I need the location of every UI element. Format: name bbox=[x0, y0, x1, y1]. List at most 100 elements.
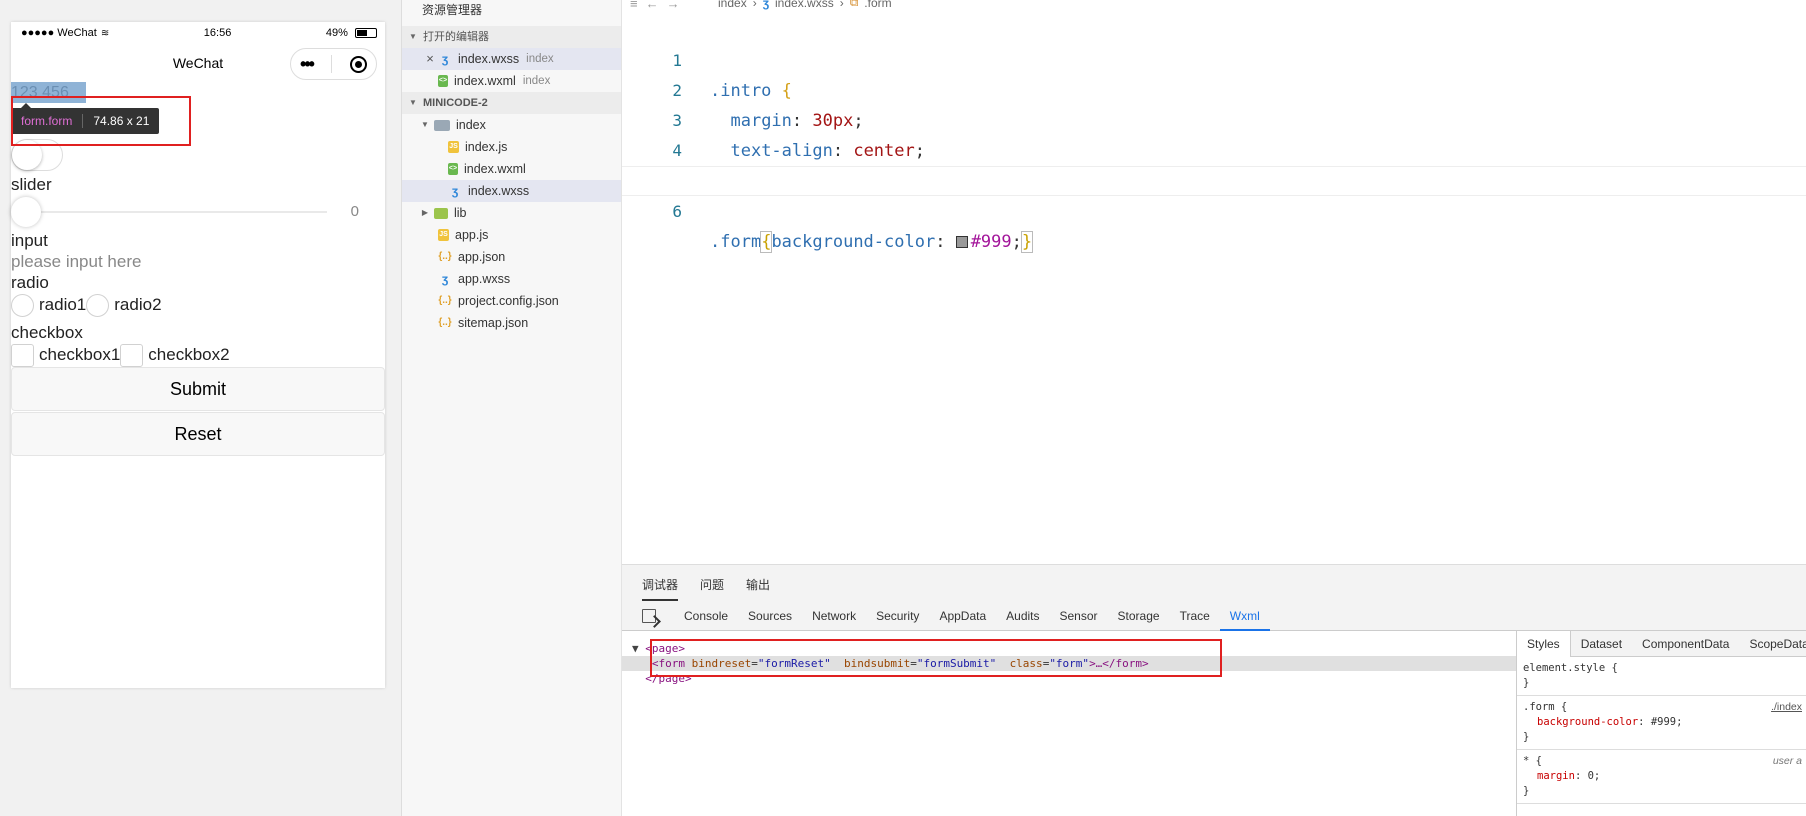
radio-button[interactable] bbox=[86, 293, 110, 317]
text-input[interactable]: please input here bbox=[11, 251, 385, 273]
code-line-current: 6 .form{background-color: #999;} bbox=[622, 166, 1806, 253]
breadcrumb-item[interactable]: .form bbox=[864, 0, 891, 10]
tab-storage[interactable]: Storage bbox=[1108, 601, 1170, 631]
chevron-right-icon: › bbox=[752, 0, 757, 10]
style-rule-form[interactable]: .form { ./index background-color: #999; … bbox=[1517, 696, 1806, 750]
style-source-label: user a bbox=[1772, 755, 1802, 767]
tab-trace[interactable]: Trace bbox=[1170, 601, 1220, 631]
file-explorer: 资源管理器 ▼ 打开的编辑器 × ʒ index.wxss index <> i… bbox=[402, 0, 622, 816]
style-source-link[interactable]: ./index bbox=[1771, 700, 1802, 715]
tab-console[interactable]: Console bbox=[674, 601, 738, 631]
highlight-box bbox=[11, 96, 191, 146]
close-icon[interactable]: × bbox=[422, 48, 438, 70]
folder-icon bbox=[434, 119, 450, 131]
collapse-icon: ▼ bbox=[409, 98, 417, 107]
checkbox[interactable] bbox=[11, 343, 34, 367]
file-item[interactable]: JS index.js bbox=[402, 136, 621, 158]
radio-label: radio bbox=[11, 273, 49, 292]
js-file-icon: JS bbox=[448, 141, 459, 153]
folder-icon bbox=[434, 207, 448, 219]
battery-indicator: 49% bbox=[326, 27, 377, 39]
breadcrumb-item[interactable]: index bbox=[718, 0, 747, 10]
battery-icon bbox=[355, 28, 377, 39]
slider-thumb[interactable] bbox=[11, 197, 41, 227]
tab-network[interactable]: Network bbox=[802, 601, 866, 631]
code-line: 5 bbox=[622, 136, 1806, 190]
inspect-element-icon[interactable] bbox=[642, 608, 656, 623]
folder-index[interactable]: ▼ index bbox=[402, 114, 621, 136]
tab-sources[interactable]: Sources bbox=[738, 601, 802, 631]
devtools-panel: 调试器 问题 输出 Console Sources Network Securi… bbox=[622, 564, 1806, 816]
css-file-icon: ʒ bbox=[441, 272, 449, 286]
wifi-icon: ≋ bbox=[100, 27, 110, 39]
input-label: input bbox=[11, 231, 48, 250]
nav-arrows-icon[interactable]: ≡←→ bbox=[630, 0, 688, 11]
clock: 16:56 bbox=[203, 27, 232, 39]
submit-button[interactable]: Submit bbox=[11, 367, 385, 411]
devtools-window: ●●●●● WeChat ≋ 16:56 49% WeChat ••• 123 … bbox=[0, 0, 1806, 816]
highlight-box bbox=[650, 639, 1222, 677]
chevron-right-icon: ▶ bbox=[421, 208, 429, 217]
tab-dataset[interactable]: Dataset bbox=[1571, 631, 1632, 657]
code-line: 2 margin: 30px; bbox=[672, 81, 864, 131]
status-bar: ●●●●● WeChat ≋ 16:56 49% bbox=[11, 22, 385, 44]
file-item-selected[interactable]: ʒ index.wxss bbox=[402, 180, 621, 202]
code-area[interactable]: 1 .intro { 2 margin: 30px; 3 text-align:… bbox=[622, 16, 1806, 253]
slider-label: slider bbox=[11, 175, 52, 194]
open-editor-item[interactable]: <> index.wxml index bbox=[402, 70, 621, 92]
code-editor[interactable]: ≡←→ index › ʒ index.wxss › ⧉ .form 1 .in… bbox=[622, 0, 1806, 564]
slider[interactable]: 0 bbox=[11, 195, 385, 229]
folder-lib[interactable]: ▶ lib bbox=[402, 202, 621, 224]
tab-problems[interactable]: 问题 bbox=[700, 576, 724, 601]
close-mini-program-icon[interactable] bbox=[349, 55, 367, 73]
style-rule-element[interactable]: element.style { } bbox=[1517, 657, 1806, 696]
more-icon[interactable]: ••• bbox=[300, 55, 315, 73]
slider-value: 0 bbox=[350, 203, 359, 220]
css-file-icon: ʒ bbox=[762, 0, 770, 10]
code-line: 1 .intro { bbox=[672, 51, 792, 101]
checkbox-group: checkbox1 checkbox2 bbox=[11, 343, 385, 367]
checkbox-option-label: checkbox2 bbox=[148, 345, 230, 364]
code-line: 4 } bbox=[672, 141, 720, 191]
selector-icon: ⧉ bbox=[849, 0, 859, 9]
radio-option-label: radio2 bbox=[114, 295, 162, 314]
capsule-menu[interactable]: ••• bbox=[290, 48, 377, 80]
tab-output[interactable]: 输出 bbox=[746, 576, 770, 601]
file-item[interactable]: {..} sitemap.json bbox=[402, 312, 621, 334]
style-rule-universal[interactable]: * { user a margin: 0; } bbox=[1517, 750, 1806, 804]
devtools-tabs: Console Sources Network Security AppData… bbox=[622, 601, 1806, 631]
devtools-top-tabs: 调试器 问题 输出 bbox=[622, 565, 1806, 601]
tab-debugger[interactable]: 调试器 bbox=[642, 576, 679, 601]
tab-scopedata[interactable]: ScopeData bbox=[1739, 631, 1806, 657]
tab-security[interactable]: Security bbox=[866, 601, 929, 631]
project-header[interactable]: ▼ MINICODE-2 bbox=[402, 92, 621, 114]
file-item[interactable]: ʒ app.wxss bbox=[402, 268, 621, 290]
checkbox-option-label: checkbox1 bbox=[39, 345, 121, 364]
file-item[interactable]: {..} project.config.json bbox=[402, 290, 621, 312]
tab-audits[interactable]: Audits bbox=[996, 601, 1049, 631]
file-item[interactable]: {..} app.json bbox=[402, 246, 621, 268]
radio-option-label: radio1 bbox=[39, 295, 87, 314]
file-item[interactable]: <> index.wxml bbox=[402, 158, 621, 180]
tab-componentdata[interactable]: ComponentData bbox=[1632, 631, 1739, 657]
styles-tabs: Styles Dataset ComponentData ScopeData bbox=[1517, 630, 1806, 657]
checkbox[interactable] bbox=[120, 343, 144, 367]
json-file-icon: {..} bbox=[438, 251, 452, 262]
tab-wxml[interactable]: Wxml bbox=[1219, 601, 1270, 631]
nav-bar: WeChat ••• bbox=[11, 44, 385, 82]
file-item[interactable]: JS app.js bbox=[402, 224, 621, 246]
open-editor-item[interactable]: × ʒ index.wxss index bbox=[402, 48, 621, 70]
breadcrumb-item[interactable]: index.wxss bbox=[775, 0, 834, 10]
tab-styles[interactable]: Styles bbox=[1517, 630, 1571, 657]
tab-appdata[interactable]: AppData bbox=[929, 601, 996, 631]
tab-sensor[interactable]: Sensor bbox=[1050, 601, 1108, 631]
reset-button[interactable]: Reset bbox=[11, 412, 385, 456]
radio-button[interactable] bbox=[11, 293, 34, 317]
breadcrumb: ≡←→ index › ʒ index.wxss › ⧉ .form bbox=[622, 0, 1806, 14]
code-line: 3 text-align: center; bbox=[672, 111, 925, 161]
nav-title: WeChat bbox=[172, 55, 224, 71]
carrier-label: ●●●●● WeChat bbox=[21, 27, 97, 39]
color-swatch[interactable] bbox=[955, 236, 968, 248]
open-editors-header[interactable]: ▼ 打开的编辑器 bbox=[402, 26, 621, 48]
styles-pane: Styles Dataset ComponentData ScopeData e… bbox=[1516, 630, 1806, 816]
